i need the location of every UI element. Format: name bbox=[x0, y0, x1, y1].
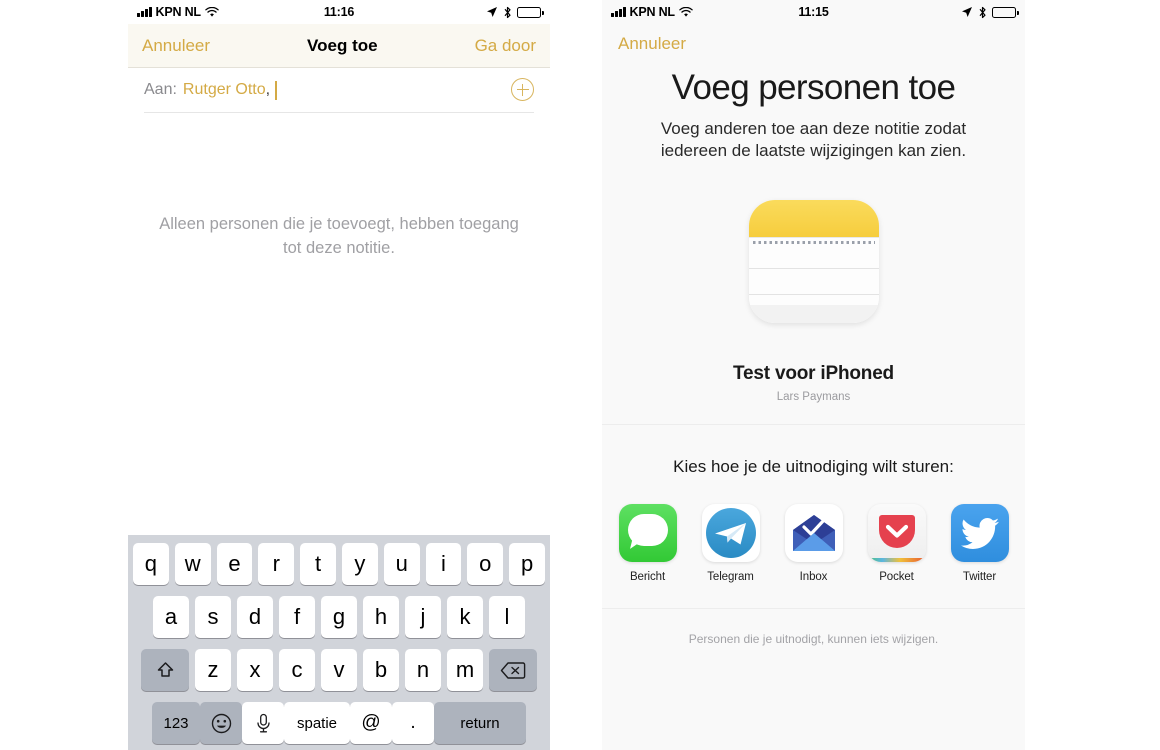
notes-icon-container bbox=[602, 200, 1025, 324]
notes-icon-perforation bbox=[748, 237, 879, 247]
share-app-bericht[interactable]: Bericht bbox=[618, 504, 678, 583]
at-key[interactable]: @ bbox=[350, 702, 392, 744]
key-n[interactable]: n bbox=[405, 649, 441, 691]
key-p[interactable]: p bbox=[509, 543, 545, 585]
share-app-label: Bericht bbox=[629, 571, 666, 584]
status-bar-right-group bbox=[486, 6, 544, 19]
period-key[interactable]: . bbox=[392, 702, 434, 744]
share-app-label: Telegram bbox=[707, 571, 754, 584]
telegram-app-icon bbox=[701, 504, 760, 563]
bluetooth-icon bbox=[979, 6, 986, 18]
recipient-field-row[interactable]: Aan: Rutger Otto , bbox=[128, 68, 550, 112]
location-arrow-icon bbox=[962, 7, 972, 17]
share-app-label: Twitter bbox=[962, 571, 997, 584]
key-s[interactable]: s bbox=[195, 596, 231, 638]
twitter-app-icon bbox=[950, 504, 1009, 563]
key-x[interactable]: x bbox=[237, 649, 273, 691]
to-label: Aan: bbox=[144, 80, 177, 98]
continue-button[interactable]: Ga door bbox=[475, 36, 536, 56]
key-f[interactable]: f bbox=[279, 596, 315, 638]
keyboard-row-2: a s d f g h j k l bbox=[130, 596, 548, 638]
notes-icon-header bbox=[748, 200, 879, 238]
key-j[interactable]: j bbox=[405, 596, 441, 638]
key-e[interactable]: e bbox=[216, 543, 253, 585]
battery-icon bbox=[992, 6, 1019, 18]
battery-icon bbox=[517, 6, 544, 18]
key-h[interactable]: h bbox=[363, 596, 399, 638]
pocket-app-icon bbox=[867, 504, 926, 563]
key-d[interactable]: d bbox=[237, 596, 273, 638]
location-arrow-icon bbox=[487, 7, 497, 17]
access-hint-text: Alleen personen die je toevoegt, hebben … bbox=[159, 215, 519, 257]
key-w[interactable]: w bbox=[174, 543, 211, 585]
permission-footer-text: Personen die je uitnodigt, kunnen iets w… bbox=[688, 632, 939, 647]
bluetooth-icon bbox=[504, 6, 511, 18]
key-v[interactable]: v bbox=[321, 649, 357, 691]
share-prompt-label: Kies hoe je de uitnodiging wilt sturen: bbox=[673, 457, 954, 477]
microphone-icon[interactable] bbox=[242, 702, 284, 744]
recipient-token[interactable]: Rutger Otto bbox=[183, 81, 266, 99]
backspace-delete-icon[interactable] bbox=[489, 649, 537, 691]
space-key[interactable]: spatie bbox=[284, 702, 350, 744]
note-author: Lars Paymans bbox=[776, 391, 851, 404]
page-title: Voeg toe bbox=[307, 35, 378, 55]
sheet-title: Voeg personen toe bbox=[671, 68, 956, 107]
share-app-label: Pocket bbox=[879, 571, 914, 584]
key-q[interactable]: q bbox=[133, 543, 169, 585]
keyboard-row-1: q w e r t y u i o p bbox=[130, 543, 548, 585]
share-app-telegram[interactable]: Telegram bbox=[701, 504, 761, 583]
share-app-label: Inbox bbox=[799, 571, 828, 584]
notes-app-icon bbox=[748, 200, 879, 324]
key-b[interactable]: b bbox=[363, 649, 399, 691]
key-l[interactable]: l bbox=[489, 596, 525, 638]
return-key[interactable]: return bbox=[434, 702, 526, 744]
share-app-inbox[interactable]: Inbox bbox=[784, 504, 844, 583]
add-contact-plus-circle-icon[interactable] bbox=[511, 78, 534, 101]
phone-screen-right: KPN NL 11:15 Annuleer Voeg personen toe … bbox=[602, 0, 1025, 750]
field-divider bbox=[144, 112, 534, 113]
messages-app-icon bbox=[618, 504, 677, 563]
keyboard-row-4: 123 spatie @ . return bbox=[130, 702, 548, 750]
sheet-subtitle: Voeg anderen toe aan deze notitie zodat … bbox=[660, 119, 967, 161]
share-app-pocket[interactable]: Pocket bbox=[867, 504, 927, 583]
key-u[interactable]: u bbox=[383, 543, 420, 585]
key-a[interactable]: a bbox=[153, 596, 189, 638]
status-bar-right-group bbox=[961, 6, 1019, 19]
status-bar-left: KPN NL 11:16 bbox=[128, 0, 550, 24]
phone-screen-left: KPN NL 11:16 Annuleer Voeg toe Ga door A… bbox=[128, 0, 550, 750]
notes-icon-paper bbox=[748, 246, 879, 324]
key-k[interactable]: k bbox=[447, 596, 483, 638]
navigation-bar-left: Annuleer Voeg toe Ga door bbox=[128, 24, 550, 68]
key-r[interactable]: r bbox=[258, 543, 295, 585]
status-bar-right: KPN NL 11:15 bbox=[602, 0, 1025, 24]
navigation-bar-right: Annuleer bbox=[602, 24, 1025, 64]
inbox-app-icon bbox=[784, 504, 843, 563]
share-options-section: Kies hoe je de uitnodiging wilt sturen: … bbox=[602, 425, 1025, 608]
keyboard-row-3: z x c v b n m bbox=[130, 649, 548, 691]
key-m[interactable]: m bbox=[447, 649, 483, 691]
share-app-twitter[interactable]: Twitter bbox=[950, 504, 1010, 583]
recipient-separator: , bbox=[265, 80, 271, 98]
shift-arrow-icon[interactable] bbox=[141, 649, 189, 691]
share-apps-row: Bericht Telegram Inbox Pocket Twitter bbox=[602, 504, 1025, 583]
note-title: Test voor iPhoned bbox=[733, 363, 894, 385]
key-g[interactable]: g bbox=[321, 596, 357, 638]
key-o[interactable]: o bbox=[467, 543, 504, 585]
text-caret bbox=[275, 81, 277, 100]
cancel-button[interactable]: Annuleer bbox=[142, 36, 210, 56]
onscreen-keyboard[interactable]: q w e r t y u i o p a s d f g h j k l z … bbox=[128, 535, 550, 750]
key-t[interactable]: t bbox=[300, 543, 336, 585]
numbers-key[interactable]: 123 bbox=[152, 702, 200, 744]
key-c[interactable]: c bbox=[279, 649, 315, 691]
cancel-button[interactable]: Annuleer bbox=[618, 34, 686, 54]
section-divider-bottom bbox=[602, 608, 1025, 610]
key-i[interactable]: i bbox=[425, 543, 462, 585]
smiley-emoji-icon[interactable] bbox=[200, 702, 242, 744]
key-y[interactable]: y bbox=[342, 543, 378, 585]
key-z[interactable]: z bbox=[195, 649, 231, 691]
